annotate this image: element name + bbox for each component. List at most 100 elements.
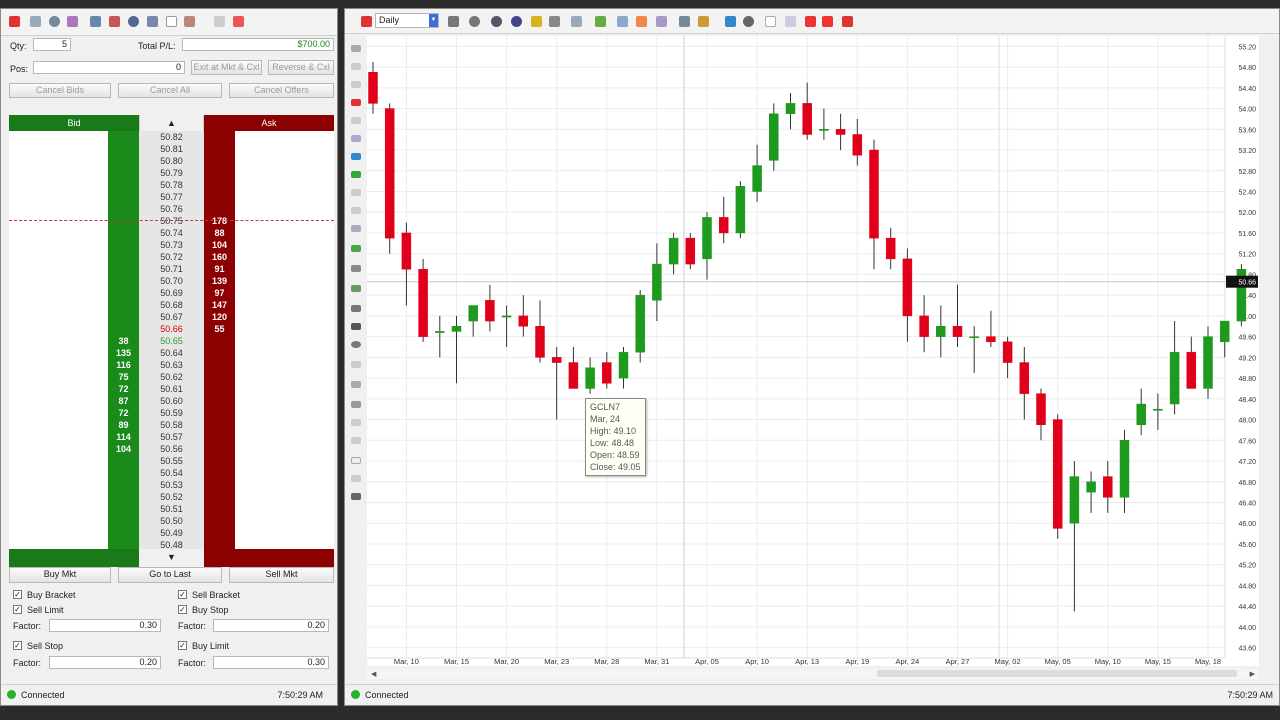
cross-icon[interactable] xyxy=(785,16,796,27)
ask-order-cell[interactable] xyxy=(235,299,334,311)
ladder-row[interactable]: 50.68 147 xyxy=(9,299,334,311)
ask-order-cell[interactable] xyxy=(235,503,334,515)
ladder-row[interactable]: 50.81 xyxy=(9,143,334,155)
ladder-row[interactable]: 50.73 104 xyxy=(9,239,334,251)
ask-order-cell[interactable] xyxy=(235,335,334,347)
sell-stop-checkbox[interactable]: ✓ xyxy=(13,641,22,650)
ladder-row[interactable]: 50.76 xyxy=(9,203,334,215)
ladder-row[interactable]: 50.70 139 xyxy=(9,275,334,287)
ladder-row[interactable]: 135 50.64 xyxy=(9,347,334,359)
ask-size-cell[interactable]: 160 xyxy=(204,251,235,263)
ask-order-cell[interactable] xyxy=(235,371,334,383)
price-cell[interactable]: 50.75 xyxy=(139,215,204,227)
grid-icon[interactable] xyxy=(233,16,244,27)
bid-order-cell[interactable] xyxy=(9,191,108,203)
bid-order-cell[interactable] xyxy=(9,239,108,251)
ask-size-cell[interactable]: 88 xyxy=(204,227,235,239)
bid-order-cell[interactable] xyxy=(9,383,108,395)
buy-mkt-button[interactable]: Buy Mkt xyxy=(9,567,111,583)
ask-size-cell[interactable]: 178 xyxy=(204,215,235,227)
price-cell[interactable]: 50.73 xyxy=(139,239,204,251)
ask-size-cell[interactable] xyxy=(204,455,235,467)
bid-size-cell[interactable] xyxy=(108,323,139,335)
ladder-row[interactable]: 50.54 xyxy=(9,467,334,479)
record-icon[interactable] xyxy=(351,493,361,500)
price-cell[interactable]: 50.55 xyxy=(139,455,204,467)
bid-size-cell[interactable]: 135 xyxy=(108,347,139,359)
ask-order-cell[interactable] xyxy=(235,167,334,179)
zoom-icon[interactable] xyxy=(469,16,480,27)
ladder-row[interactable]: 75 50.62 xyxy=(9,371,334,383)
price-cell[interactable]: 50.62 xyxy=(139,371,204,383)
price-cell[interactable]: 50.64 xyxy=(139,347,204,359)
ask-order-cell[interactable] xyxy=(235,275,334,287)
exit-at-mkt-button[interactable]: Exit at Mkt & Cxl xyxy=(191,60,262,75)
scroll-up-arrow[interactable]: ▲ xyxy=(139,115,204,131)
price-cell[interactable]: 50.80 xyxy=(139,155,204,167)
bid-order-cell[interactable] xyxy=(9,371,108,383)
price-cell[interactable]: 50.82 xyxy=(139,131,204,143)
chart-icon[interactable] xyxy=(90,16,101,27)
bid-order-cell[interactable] xyxy=(9,479,108,491)
ask-size-cell[interactable] xyxy=(204,179,235,191)
bid-order-cell[interactable] xyxy=(9,167,108,179)
trend-tool-icon[interactable] xyxy=(351,265,361,272)
price-cell[interactable]: 50.66 xyxy=(139,323,204,335)
candlestick-chart[interactable]: 55.20 54.80 54.40 54.00 53.60 53.20 52.80 52.40… xyxy=(367,36,1259,666)
qty-stepper[interactable]: 5 xyxy=(33,38,71,51)
ladder-row[interactable]: 50.67 120 xyxy=(9,311,334,323)
flag-icon[interactable] xyxy=(109,16,120,27)
ladder-row[interactable]: 50.55 xyxy=(9,455,334,467)
globe-icon[interactable] xyxy=(128,16,139,27)
zoom-out-icon[interactable] xyxy=(511,16,522,27)
regression-tool-icon[interactable] xyxy=(351,305,361,312)
sell-mkt-button[interactable]: Sell Mkt xyxy=(229,567,334,583)
ask-size-cell[interactable] xyxy=(204,191,235,203)
bid-size-cell[interactable] xyxy=(108,467,139,479)
ask-order-cell[interactable] xyxy=(235,191,334,203)
bid-order-cell[interactable] xyxy=(9,335,108,347)
ask-order-cell[interactable] xyxy=(235,323,334,335)
ask-size-cell[interactable]: 91 xyxy=(204,263,235,275)
bid-order-cell[interactable] xyxy=(9,443,108,455)
ask-order-cell[interactable] xyxy=(235,491,334,503)
buy-limit-factor-input[interactable]: 0.30 xyxy=(213,656,329,669)
ask-size-cell[interactable] xyxy=(204,527,235,539)
gann-tool-icon[interactable] xyxy=(351,285,361,292)
oval-tool-icon[interactable] xyxy=(351,341,361,348)
ask-order-cell[interactable] xyxy=(235,395,334,407)
price-cell[interactable]: 50.58 xyxy=(139,419,204,431)
filter-icon[interactable] xyxy=(147,16,158,27)
bid-size-cell[interactable] xyxy=(108,239,139,251)
ask-size-cell[interactable]: 147 xyxy=(204,299,235,311)
ask-order-cell[interactable] xyxy=(235,143,334,155)
ladder-row[interactable]: 72 50.61 xyxy=(9,383,334,395)
ask-size-cell[interactable]: 55 xyxy=(204,323,235,335)
ask-size-cell[interactable] xyxy=(204,467,235,479)
go-to-last-button[interactable]: Go to Last xyxy=(118,567,222,583)
settings-icon[interactable] xyxy=(49,16,60,27)
remove-drawings-icon[interactable] xyxy=(351,401,361,408)
strategy-icon[interactable] xyxy=(595,16,606,27)
line-tool-icon[interactable] xyxy=(351,63,361,70)
bid-order-cell[interactable] xyxy=(9,503,108,515)
cancel-bids-button[interactable]: Cancel Bids xyxy=(9,83,111,98)
bid-size-cell[interactable] xyxy=(108,155,139,167)
ladder-row[interactable]: 50.49 xyxy=(9,527,334,539)
ask-order-cell[interactable] xyxy=(235,155,334,167)
bid-order-cell[interactable] xyxy=(9,251,108,263)
eye-icon[interactable] xyxy=(743,16,754,27)
ask-size-cell[interactable] xyxy=(204,443,235,455)
ask-order-cell[interactable] xyxy=(235,467,334,479)
ask-order-cell[interactable] xyxy=(235,527,334,539)
price-cell[interactable]: 50.63 xyxy=(139,359,204,371)
price-cell[interactable]: 50.72 xyxy=(139,251,204,263)
price-cell[interactable]: 50.74 xyxy=(139,227,204,239)
price-cell[interactable]: 50.53 xyxy=(139,479,204,491)
zoom-in-icon[interactable] xyxy=(491,16,502,27)
sell-bracket-checkbox[interactable]: ✓ xyxy=(178,590,187,599)
bid-order-cell[interactable] xyxy=(9,515,108,527)
ask-order-cell[interactable] xyxy=(235,431,334,443)
ask-order-cell[interactable] xyxy=(235,263,334,275)
rectangle-tool-icon[interactable] xyxy=(351,323,361,330)
